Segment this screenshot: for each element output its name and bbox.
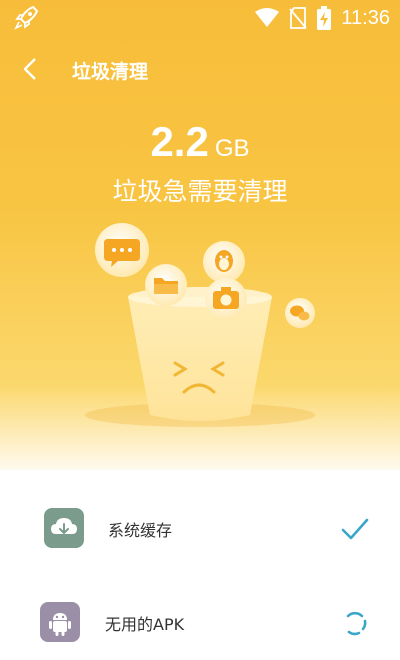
item-label: 无用的APK [105, 615, 185, 634]
battery-charging-icon [317, 6, 332, 30]
cloud-download-icon [51, 518, 77, 535]
check-icon [341, 518, 369, 540]
folder-icon [145, 264, 187, 306]
wifi-icon [255, 8, 280, 27]
chat-bubble-icon [95, 223, 149, 277]
no-sim-icon [289, 7, 308, 29]
item-label: 系统缓存 [108, 521, 173, 540]
status-bar: 11:36 [0, 0, 400, 36]
back-icon[interactable] [18, 56, 44, 82]
trash-can-illustration [85, 223, 315, 427]
hero-panel: 11:36 垃圾清理 2.2 GB 垃圾急需要清理 [0, 0, 400, 470]
android-icon [49, 613, 71, 636]
junk-subtitle: 垃圾急需要清理 [112, 177, 288, 206]
status-time: 11:36 [341, 6, 390, 29]
top-bar: 垃圾清理 [0, 50, 400, 90]
junk-size: 2.2 GB [0, 118, 400, 166]
rocket-icon [14, 6, 38, 30]
page-title: 垃圾清理 [72, 61, 149, 83]
camera-icon [205, 278, 247, 320]
wechat-icon [285, 298, 315, 328]
list-item-system-cache[interactable]: 系统缓存 [0, 500, 400, 556]
list-item-useless-apk[interactable]: 无用的APK [0, 594, 400, 650]
junk-size-value: 2.2 [150, 118, 209, 165]
qq-icon [203, 241, 245, 283]
item-icon-background [40, 602, 80, 642]
junk-size-unit: GB [214, 135, 250, 162]
loading-spinner-icon [346, 611, 367, 636]
item-icon-background [44, 508, 84, 548]
